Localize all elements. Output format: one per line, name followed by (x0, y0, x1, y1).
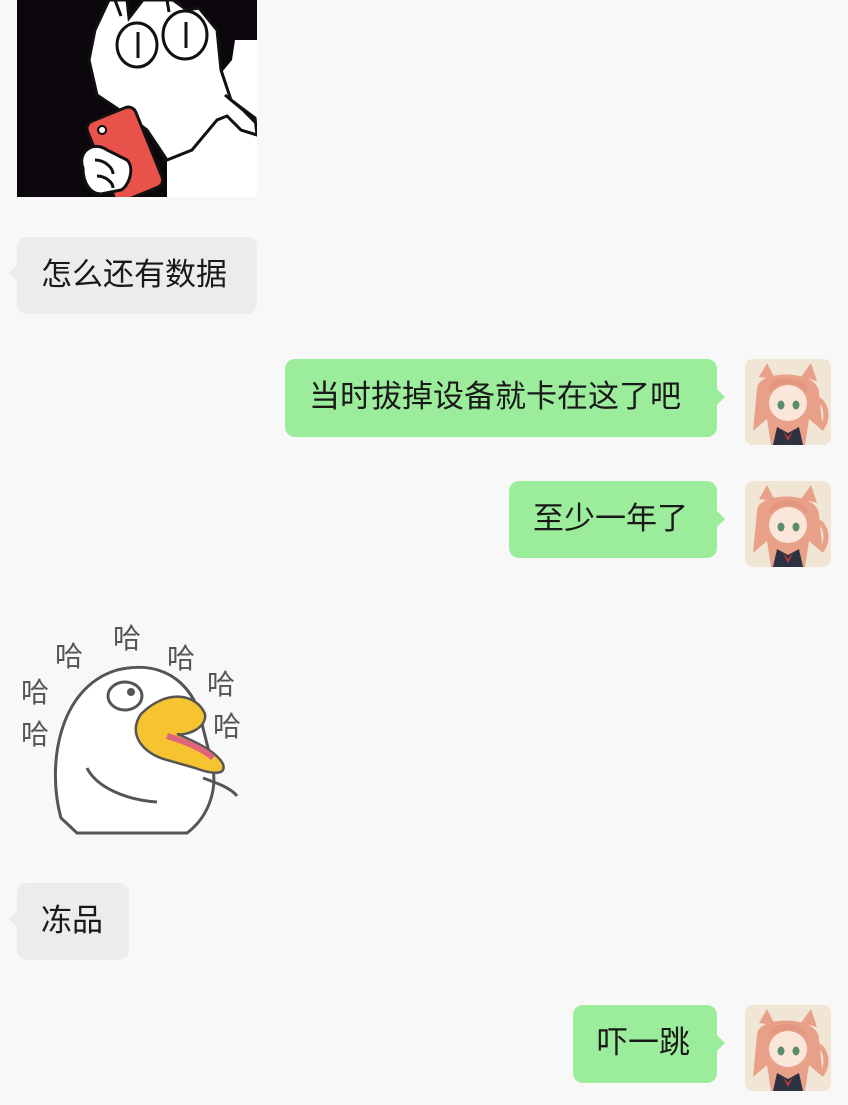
outgoing-message-bubble[interactable]: 吓一跳 (573, 1005, 725, 1083)
outgoing-message-bubble[interactable]: 当时拔掉设备就卡在这了吧 (285, 359, 725, 437)
incoming-message-bubble[interactable]: 冻品 (9, 883, 129, 960)
ha-text: 哈 (167, 642, 195, 675)
cat-girl-avatar-icon (745, 1005, 831, 1091)
ha-text: 哈 (21, 676, 49, 709)
message-text: 当时拔掉设备就卡在这了吧 (309, 379, 681, 415)
incoming-message-bubble[interactable]: 怎么还有数据 (9, 237, 257, 314)
duck-laughing-sticker[interactable]: 哈 哈 哈 哈 哈 哈 哈 (17, 618, 257, 838)
ha-text: 哈 (113, 622, 141, 655)
ha-text: 哈 (21, 718, 49, 751)
my-avatar[interactable] (745, 481, 831, 567)
my-avatar[interactable] (745, 1005, 831, 1091)
message-text: 怎么还有数据 (41, 257, 227, 293)
my-avatar[interactable] (745, 359, 831, 445)
ha-text: 哈 (207, 668, 235, 701)
ha-text: 哈 (213, 710, 241, 743)
message-text: 至少一年了 (533, 501, 688, 537)
duck-laughing-icon: 哈 哈 哈 哈 哈 哈 哈 (17, 618, 257, 838)
message-text: 冻品 (41, 903, 103, 939)
outgoing-message-bubble[interactable]: 至少一年了 (509, 481, 725, 558)
ha-text: 哈 (55, 640, 83, 673)
cat-phone-icon (17, 0, 257, 197)
cat-holding-phone-sticker[interactable] (17, 0, 257, 197)
cat-girl-avatar-icon (745, 481, 831, 567)
message-text: 吓一跳 (597, 1025, 690, 1061)
cat-girl-avatar-icon (745, 359, 831, 445)
